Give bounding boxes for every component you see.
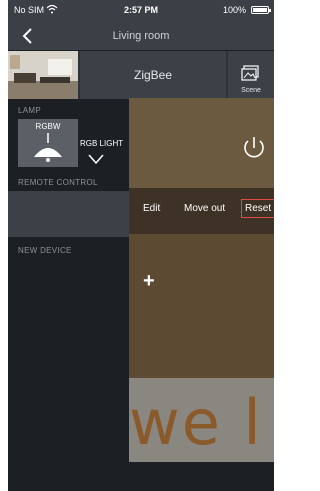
battery-percent: 100% bbox=[222, 5, 246, 15]
scene-button[interactable]: Scene bbox=[228, 51, 274, 99]
lamp-name: RGBW bbox=[35, 122, 61, 131]
status-bar: No SIM 2:57 PM 100% bbox=[8, 0, 274, 22]
phone-screen: No SIM 2:57 PM 100% Living room ZigBee S… bbox=[8, 0, 274, 491]
gateway-button[interactable]: ZigBee bbox=[80, 51, 226, 99]
power-icon[interactable] bbox=[240, 134, 268, 162]
chevron-down-icon[interactable] bbox=[88, 153, 104, 165]
scene-icon bbox=[241, 65, 259, 81]
room-photo bbox=[8, 51, 78, 99]
scene-label: Scene bbox=[241, 87, 261, 94]
page-title: Living room bbox=[112, 30, 170, 42]
lamp-device-tile[interactable]: RGBW bbox=[18, 119, 78, 167]
battery-icon bbox=[251, 6, 271, 14]
lamp-icon bbox=[34, 133, 62, 162]
overlay-band bbox=[129, 234, 274, 378]
room-header: ZigBee Scene bbox=[8, 51, 274, 99]
add-device-button[interactable]: + bbox=[143, 270, 155, 293]
section-new-device: NEW DEVICE bbox=[18, 246, 72, 255]
section-lamp: LAMP bbox=[18, 106, 41, 115]
section-remote: REMOTE CONTROL bbox=[18, 178, 98, 187]
remote-device-tile[interactable] bbox=[8, 191, 129, 237]
reset-button[interactable]: Reset bbox=[241, 199, 274, 218]
gateway-label: ZigBee bbox=[133, 68, 173, 82]
device-label: RGB LIGHT bbox=[80, 139, 124, 148]
background-watermark-text: we l bbox=[129, 386, 263, 459]
navigation-bar: Living room bbox=[8, 22, 274, 50]
move-out-button[interactable]: Move out bbox=[184, 203, 225, 214]
edit-button[interactable]: Edit bbox=[143, 203, 160, 214]
